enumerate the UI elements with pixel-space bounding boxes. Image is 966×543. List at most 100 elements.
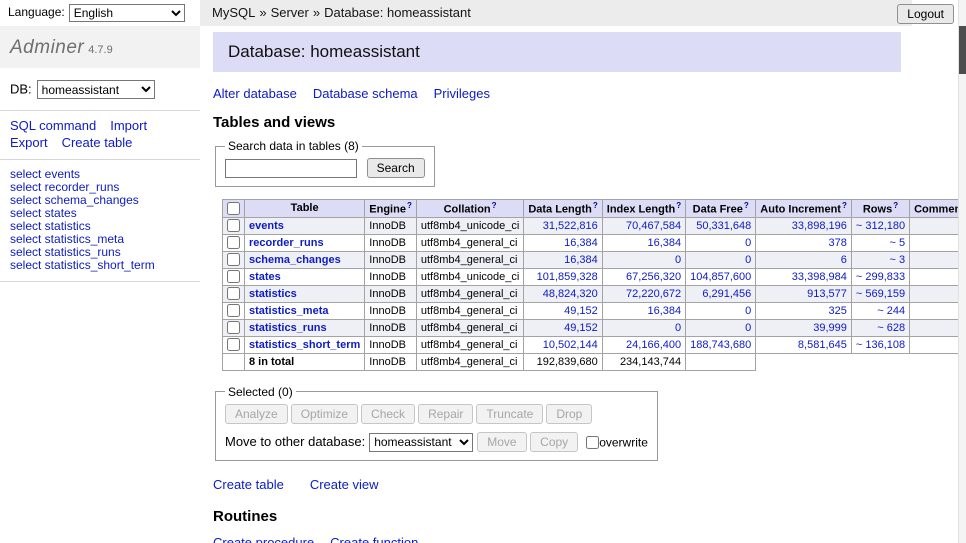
main-content: Database: homeassistant Alter databaseDa… xyxy=(200,26,958,543)
data-free-link[interactable]: 0 xyxy=(745,237,751,249)
data-length-link[interactable]: 49,152 xyxy=(564,322,598,334)
row-checkbox[interactable] xyxy=(227,338,240,351)
index-length-link[interactable]: 16,384 xyxy=(647,237,681,249)
data-length-link[interactable]: 16,384 xyxy=(564,237,598,249)
breadcrumb-mysql-link[interactable]: MySQL xyxy=(212,5,255,20)
privileges-link[interactable]: Privileges xyxy=(434,86,490,101)
index-length-link[interactable]: 70,467,584 xyxy=(626,220,681,232)
auto-increment-link[interactable]: 378 xyxy=(829,237,847,249)
row-checkbox[interactable] xyxy=(227,219,240,232)
column-help-link[interactable]: ? xyxy=(676,201,681,210)
data-length-link[interactable]: 48,824,320 xyxy=(543,288,598,300)
rows-link[interactable]: ~ 312,180 xyxy=(856,220,905,232)
logout-button[interactable]: Logout xyxy=(897,4,954,24)
alter-database-link[interactable]: Alter database xyxy=(213,86,297,101)
table-name-link[interactable]: statistics_runs xyxy=(249,322,327,334)
overwrite-checkbox[interactable] xyxy=(586,436,599,449)
breadcrumb-server-link[interactable]: Server xyxy=(271,5,309,20)
data-length-link[interactable]: 101,859,328 xyxy=(537,271,598,283)
index-length-link[interactable]: 72,220,672 xyxy=(626,288,681,300)
sidebar-select-link[interactable]: select statistics_short_term xyxy=(10,259,190,272)
table-name-link[interactable]: statistics xyxy=(249,288,297,300)
optimize-button[interactable]: Optimize xyxy=(291,404,358,424)
data-free-link[interactable]: 104,857,600 xyxy=(690,271,751,283)
rows-link[interactable]: ~ 628 xyxy=(877,322,905,334)
row-checkbox[interactable] xyxy=(227,253,240,266)
select-all-checkbox[interactable] xyxy=(227,202,240,215)
index-length-link[interactable]: 24,166,400 xyxy=(626,339,681,351)
check-button[interactable]: Check xyxy=(361,404,415,424)
create-view-link[interactable]: Create view xyxy=(310,477,379,492)
repair-button[interactable]: Repair xyxy=(418,404,473,424)
column-help-link[interactable]: ? xyxy=(407,201,412,210)
data-free-link[interactable]: 188,743,680 xyxy=(690,339,751,351)
column-help-link[interactable]: ? xyxy=(893,201,898,210)
data-length-link[interactable]: 31,522,816 xyxy=(543,220,598,232)
row-checkbox[interactable] xyxy=(227,304,240,317)
create-procedure-link[interactable]: Create procedure xyxy=(213,535,314,543)
column-help-link[interactable]: ? xyxy=(492,201,497,210)
data-length-link[interactable]: 16,384 xyxy=(564,254,598,266)
rows-link[interactable]: ~ 136,108 xyxy=(856,339,905,351)
search-button[interactable]: Search xyxy=(367,158,425,178)
export-link[interactable]: Export xyxy=(10,135,48,150)
truncate-button[interactable]: Truncate xyxy=(476,404,543,424)
auto-increment-link[interactable]: 325 xyxy=(829,305,847,317)
auto-increment-link[interactable]: 33,898,196 xyxy=(792,220,847,232)
move-db-select[interactable]: homeassistant xyxy=(369,433,473,452)
create-table-sidebar-link[interactable]: Create table xyxy=(62,135,133,150)
auto-increment-link[interactable]: 6 xyxy=(841,254,847,266)
overwrite-label[interactable]: overwrite xyxy=(599,435,648,449)
data-length-link[interactable]: 49,152 xyxy=(564,305,598,317)
rows-link[interactable]: ~ 3 xyxy=(890,254,906,266)
db-select[interactable]: homeassistant xyxy=(37,80,155,99)
rows-link[interactable]: ~ 5 xyxy=(890,237,906,249)
create-table-link[interactable]: Create table xyxy=(213,477,284,492)
table-name-cell: recorder_runs xyxy=(245,234,365,251)
auto-increment-link[interactable]: 33,398,984 xyxy=(792,271,847,283)
table-name-link[interactable]: schema_changes xyxy=(249,254,341,266)
table-name-link[interactable]: events xyxy=(249,220,284,232)
search-input[interactable] xyxy=(225,159,357,178)
index-length-link[interactable]: 16,384 xyxy=(647,305,681,317)
auto-increment-link[interactable]: 39,999 xyxy=(813,322,847,334)
database-schema-link[interactable]: Database schema xyxy=(313,86,418,101)
row-checkbox[interactable] xyxy=(227,270,240,283)
data-free-link[interactable]: 0 xyxy=(745,254,751,266)
analyze-button[interactable]: Analyze xyxy=(225,404,288,424)
sql-command-link[interactable]: SQL command xyxy=(10,118,96,133)
data-free-link[interactable]: 0 xyxy=(745,305,751,317)
index-length-link[interactable]: 67,256,320 xyxy=(626,271,681,283)
row-checkbox[interactable] xyxy=(227,321,240,334)
scrollbar[interactable] xyxy=(958,0,966,543)
index-length-link[interactable]: 0 xyxy=(675,254,681,266)
data-free-link[interactable]: 6,291,456 xyxy=(702,288,751,300)
import-link[interactable]: Import xyxy=(110,118,147,133)
language-select[interactable]: English xyxy=(69,4,185,22)
auto-increment-cell: 8,581,645 xyxy=(756,336,852,353)
rows-link[interactable]: ~ 244 xyxy=(877,305,905,317)
table-name-link[interactable]: recorder_runs xyxy=(249,237,324,249)
table-name-link[interactable]: states xyxy=(249,271,281,283)
data-free-link[interactable]: 0 xyxy=(745,322,751,334)
drop-button[interactable]: Drop xyxy=(546,404,592,424)
rows-link[interactable]: ~ 299,833 xyxy=(856,271,905,283)
move-button[interactable]: Move xyxy=(477,432,526,452)
index-length-link[interactable]: 0 xyxy=(675,322,681,334)
auto-increment-link[interactable]: 913,577 xyxy=(807,288,847,300)
auto-increment-link[interactable]: 8,581,645 xyxy=(798,339,847,351)
auto-increment-cell: 913,577 xyxy=(756,285,852,302)
copy-button[interactable]: Copy xyxy=(530,432,578,452)
table-name-link[interactable]: statistics_short_term xyxy=(249,339,360,351)
scrollbar-thumb[interactable] xyxy=(959,26,966,74)
column-help-link[interactable]: ? xyxy=(842,201,847,210)
row-checkbox[interactable] xyxy=(227,287,240,300)
column-help-link[interactable]: ? xyxy=(593,201,598,210)
create-function-link[interactable]: Create function xyxy=(330,535,418,543)
row-checkbox[interactable] xyxy=(227,236,240,249)
data-free-link[interactable]: 50,331,648 xyxy=(696,220,751,232)
column-help-link[interactable]: ? xyxy=(744,201,749,210)
rows-link[interactable]: ~ 569,159 xyxy=(856,288,905,300)
data-length-link[interactable]: 10,502,144 xyxy=(543,339,598,351)
table-name-link[interactable]: statistics_meta xyxy=(249,305,329,317)
